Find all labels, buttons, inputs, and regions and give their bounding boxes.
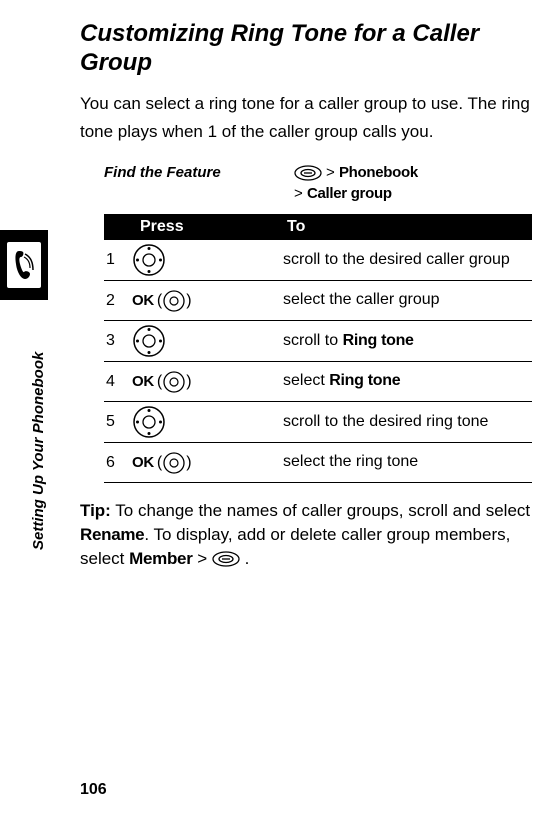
table-header: Press To: [104, 214, 532, 240]
tip-t1: To change the names of caller groups, sc…: [111, 501, 530, 520]
select-key-icon: [162, 370, 186, 394]
menu-key-icon: [294, 162, 322, 183]
ok-label: OK: [132, 454, 154, 471]
tip-t3: >: [193, 549, 212, 568]
to-cell: select Ring tone: [279, 369, 532, 394]
step-number: 3: [104, 332, 132, 350]
steps-table: Press To 1 scroll to the desired caller …: [104, 214, 532, 483]
to-text: scroll to the desired ring tone: [283, 413, 488, 430]
to-text: select: [283, 372, 329, 389]
side-tab: [0, 230, 48, 300]
press-cell: OK( ): [132, 289, 279, 313]
to-cell: scroll to the desired ring tone: [279, 410, 532, 435]
tip-label: Tip:: [80, 501, 111, 520]
feature-path-2: Caller group: [307, 185, 392, 202]
table-row: 3 scroll to Ring tone: [104, 321, 532, 362]
table-row: 5 scroll to the desired ring tone: [104, 402, 532, 443]
table-row: 4 OK( ) select Ring tone: [104, 362, 532, 402]
table-row: 2 OK( ) select the caller group: [104, 281, 532, 321]
nav-key-icon: [132, 405, 166, 439]
step-number: 6: [104, 454, 132, 472]
to-text: scroll to the desired caller group: [283, 251, 510, 268]
to-text: scroll to: [283, 332, 343, 349]
press-cell: OK( ): [132, 370, 279, 394]
ok-label: OK: [132, 373, 154, 390]
feature-path-1: Phonebook: [339, 164, 418, 181]
phone-icon: [11, 248, 37, 282]
menu-key-icon: [212, 551, 240, 567]
tip-b1: Rename: [80, 525, 144, 544]
press-cell: [132, 405, 279, 439]
find-feature-label: Find the Feature: [104, 162, 294, 205]
step-number: 5: [104, 413, 132, 431]
tip-b2: Member: [129, 549, 192, 568]
table-row: 6 OK( ) select the ring tone: [104, 443, 532, 483]
press-cell: [132, 324, 279, 358]
to-text: select the caller group: [283, 291, 440, 308]
table-row: 1 scroll to the desired caller group: [104, 240, 532, 281]
tip-paragraph: Tip: To change the names of caller group…: [80, 499, 532, 570]
select-key-icon: [162, 451, 186, 475]
to-text: select the ring tone: [283, 453, 418, 470]
gt1: >: [326, 164, 335, 181]
gt2: >: [294, 185, 303, 202]
find-feature-row: Find the Feature > Phonebook > Caller gr…: [80, 162, 532, 205]
nav-key-icon: [132, 243, 166, 277]
step-number: 2: [104, 292, 132, 310]
ok-label: OK: [132, 292, 154, 309]
step-number: 4: [104, 373, 132, 391]
col-header-press: Press: [104, 214, 279, 240]
page-title: Customizing Ring Tone for a Caller Group: [80, 20, 532, 78]
find-feature-path: > Phonebook > Caller group: [294, 162, 418, 205]
intro-text: You can select a ring tone for a caller …: [80, 90, 532, 146]
sidebar-section-label: Setting Up Your Phonebook: [30, 352, 47, 550]
to-cell: scroll to the desired caller group: [279, 248, 532, 273]
to-bold: Ring tone: [343, 332, 414, 349]
side-tab-inner: [5, 240, 43, 290]
to-cell: select the ring tone: [279, 450, 532, 475]
nav-key-icon: [132, 324, 166, 358]
page-number: 106: [80, 781, 107, 799]
press-cell: [132, 243, 279, 277]
step-number: 1: [104, 251, 132, 269]
to-cell: scroll to Ring tone: [279, 329, 532, 354]
tip-t4: .: [240, 549, 249, 568]
to-cell: select the caller group: [279, 288, 532, 313]
col-header-to: To: [279, 214, 532, 240]
select-key-icon: [162, 289, 186, 313]
to-bold: Ring tone: [329, 372, 400, 389]
press-cell: OK( ): [132, 451, 279, 475]
